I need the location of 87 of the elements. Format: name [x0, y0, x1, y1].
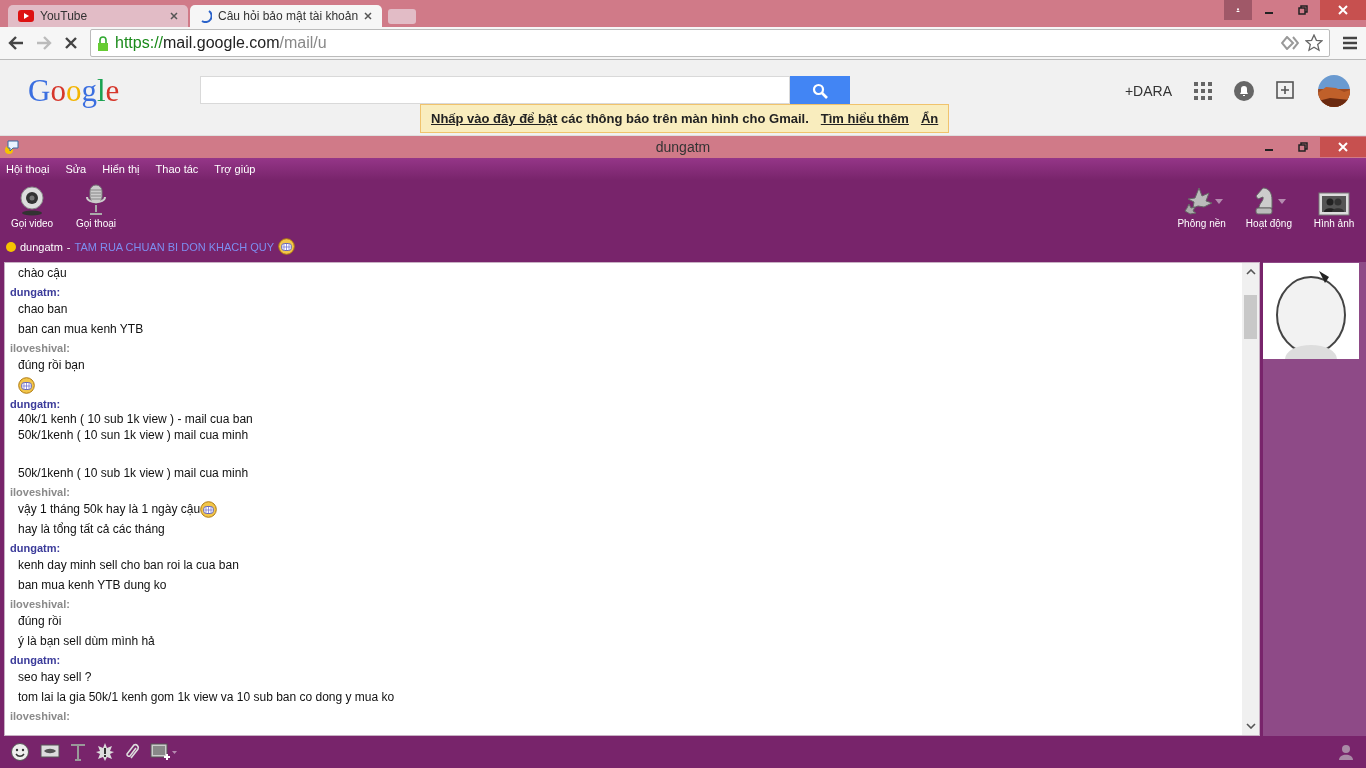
lock-icon — [97, 35, 109, 51]
restore-icon[interactable] — [1298, 5, 1308, 15]
caret-icon[interactable] — [1277, 198, 1286, 204]
close-button[interactable] — [1320, 0, 1366, 20]
menu-item[interactable]: Trợ giúp — [214, 163, 256, 175]
account-link[interactable]: +DARA — [1124, 82, 1172, 99]
share-plus-icon[interactable] — [1276, 80, 1296, 101]
text-format-icon[interactable] — [70, 743, 86, 761]
chat-message: 50k/1kenh ( 10 sub 1k view ) mail cua minh — [18, 465, 249, 482]
toolbar-button[interactable]: Hoạt động — [1241, 180, 1296, 235]
chat-message: đúng rồi — [18, 613, 62, 630]
grin-emoticon-icon — [278, 238, 296, 255]
grin-emoticon-icon — [18, 376, 35, 394]
chat-message: tom lai la gia 50k/1 kenh gom 1k view va 10 sub ban co dong y mua ko — [18, 689, 395, 706]
bookmark-star-icon[interactable] — [1305, 34, 1323, 52]
search-field[interactable] — [200, 76, 790, 104]
address-bar[interactable]: https://mail.google.com/mail/u — [90, 29, 1330, 57]
restore-icon[interactable] — [1298, 142, 1308, 152]
sender-name: iloveshival: — [10, 710, 71, 723]
webcam-icon — [18, 186, 46, 216]
stop-icon[interactable] — [64, 36, 78, 50]
logo[interactable]: Google — [28, 72, 200, 109]
toolbar-button[interactable]: Gọi thoại — [70, 180, 122, 235]
screenshot-icon[interactable] — [150, 743, 178, 761]
play-logo-icon — [18, 10, 34, 22]
notifications-icon[interactable] — [1234, 80, 1254, 101]
photo-frame-icon — [1318, 192, 1350, 216]
sender-name: dungatm: — [10, 286, 62, 299]
scroll-down-icon[interactable] — [1245, 723, 1256, 729]
chat-message: ban can mua kenh YTB — [18, 321, 144, 338]
sender-name: iloveshival: — [10, 342, 71, 355]
sender-name: dungatm: — [10, 398, 62, 411]
close-icon — [1338, 5, 1348, 15]
sender-name: dungatm: — [10, 542, 62, 555]
menu-icon[interactable] — [1342, 36, 1358, 50]
close-icon — [1338, 142, 1348, 152]
notification-prompt: Nhấp vào đây để bật các thông báo trên màn hình cho Gmail. — [431, 111, 809, 126]
chat-message: kenh day minh sell cho ban roi la cua ban — [18, 557, 239, 574]
chat-message: hay là tổng tất cả các tháng — [18, 521, 165, 538]
menu-item[interactable]: Sửa — [65, 163, 87, 175]
menu-item[interactable]: Hiển thị — [102, 163, 140, 175]
contact-icon[interactable] — [1338, 744, 1356, 760]
sender-name: iloveshival: — [10, 486, 71, 499]
toolbar-button[interactable]: Hình ảnh — [1308, 180, 1360, 235]
chat-message: đúng rồi bạn — [18, 357, 85, 374]
close-tab-icon[interactable] — [170, 12, 178, 20]
menu-item[interactable]: Hội thoại — [6, 163, 50, 175]
browser-tab[interactable]: Câu hỏi bảo mật tài khoản — [190, 5, 383, 27]
chat-bubble-icon — [4, 139, 20, 155]
chat-message: vậy 1 tháng 50k hay là 1 ngày cậu — [18, 501, 201, 518]
menu-item[interactable]: Thao tác — [155, 163, 199, 175]
chat-message: 50k/1kenh ( 10 sun 1k view ) mail cua minh — [18, 427, 249, 443]
sender-name: iloveshival: — [10, 598, 71, 611]
chat-message: ban mua kenh YTB dung ko — [18, 577, 167, 594]
loading-spinner-icon — [200, 9, 212, 23]
chat-message: ý là bạn sell dùm mình hả — [18, 633, 155, 650]
smiley-icon[interactable] — [10, 742, 30, 762]
separator: - — [66, 240, 71, 253]
chat-message: chào cậu — [18, 265, 67, 282]
toolbar-button[interactable]: Gọi video — [6, 180, 58, 235]
microphone-icon — [84, 184, 108, 216]
browser-tab[interactable]: YouTube — [8, 5, 188, 27]
toolbar-button[interactable]: Phông nền — [1173, 180, 1230, 235]
window-title: dungatm — [655, 139, 711, 155]
search-button[interactable] — [790, 76, 850, 105]
search-icon — [812, 82, 828, 99]
scrollbar-thumb[interactable] — [1244, 295, 1257, 339]
chat-message: seo hay sell ? — [18, 669, 92, 686]
hide-link[interactable]: Ẩn — [920, 111, 939, 126]
status-dot-icon — [6, 241, 16, 252]
status-message: TAM RUA CHUAN BI DON KHACH QUY — [74, 240, 275, 253]
learn-more-link[interactable]: Tìm hiểu thêm — [820, 111, 909, 126]
buzz-icon[interactable] — [96, 743, 114, 761]
chat-message: 40k/1 kenh ( 10 sub 1k view ) - mail cua ban — [18, 411, 253, 427]
sender-name: dungatm: — [10, 654, 62, 667]
lips-icon[interactable] — [40, 744, 60, 760]
chat-message: chao ban — [18, 301, 68, 318]
apps-grid-icon[interactable] — [1194, 81, 1212, 100]
contact-name: dungatm — [20, 240, 63, 253]
scroll-up-icon[interactable] — [1245, 269, 1256, 275]
close-tab-icon[interactable] — [364, 12, 373, 20]
paperclip-icon[interactable] — [124, 743, 140, 761]
close-button[interactable] — [1320, 137, 1366, 157]
extension-icon[interactable] — [1281, 36, 1299, 50]
caret-icon[interactable] — [1214, 198, 1223, 204]
back-icon[interactable] — [8, 36, 24, 50]
enable-notifications-link[interactable]: Nhấp vào đây để bật — [431, 111, 558, 126]
